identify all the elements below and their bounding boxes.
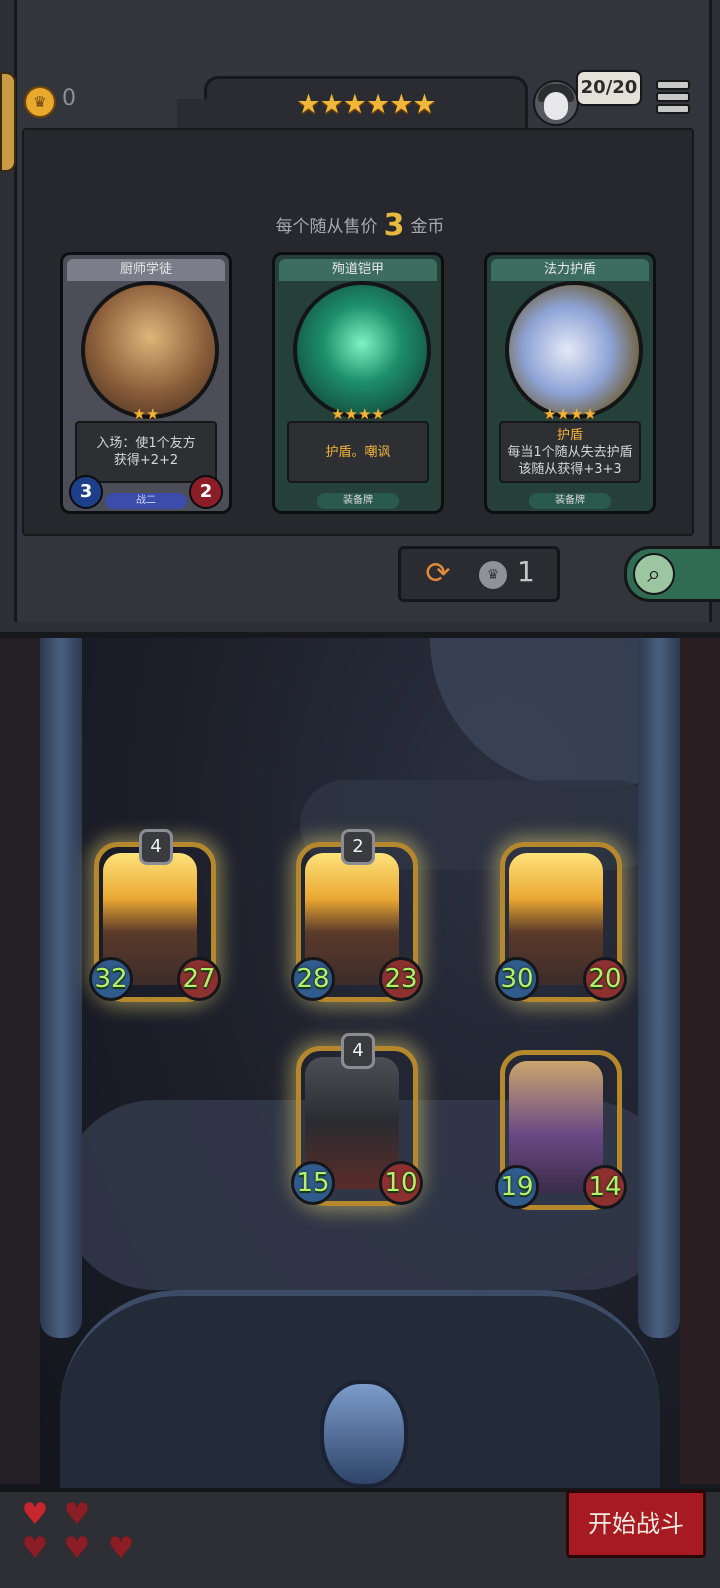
card-attack: 3 xyxy=(69,475,103,509)
heart-icon: ♥ xyxy=(63,1497,91,1532)
board-minion[interactable]: 19 14 xyxy=(495,1050,627,1210)
card-tag: 装备牌 xyxy=(529,493,611,509)
board-minion[interactable]: 2 28 23 xyxy=(291,829,423,1002)
altar-gem xyxy=(320,1380,408,1488)
board-minion[interactable]: 4 32 27 xyxy=(89,829,221,1002)
player-avatar[interactable] xyxy=(533,80,579,126)
sell-suffix: 金币 xyxy=(410,217,445,237)
card-title: 殉道铠甲 xyxy=(279,259,437,281)
shop-card[interactable]: 法力护盾 ★★★★ 护盾 每当1个随从失去护盾 该随从获得+3+3 装备牌 xyxy=(484,252,656,514)
card-title: 法力护盾 xyxy=(491,259,649,281)
sell-price: 3 xyxy=(383,208,405,243)
minion-health: 10 xyxy=(379,1161,423,1205)
desc-line: 该随从获得+3+3 xyxy=(518,461,622,477)
minion-level: 4 xyxy=(341,1033,375,1069)
card-tag: 战二 xyxy=(105,493,187,509)
refresh-button[interactable]: ⟳ ♛ 1 xyxy=(398,546,560,602)
minion-health: 20 xyxy=(583,957,627,1001)
card-description: 护盾。嘲讽 xyxy=(287,421,429,483)
minion-level: 4 xyxy=(139,829,173,865)
minion-attack: 19 xyxy=(495,1165,539,1209)
coin-icon: ♛ xyxy=(477,559,509,591)
gold-icon: ♛ xyxy=(24,86,56,118)
desc-line: 每当1个随从失去护盾 xyxy=(507,444,633,460)
minion-attack: 15 xyxy=(291,1161,335,1205)
left-wall xyxy=(0,638,40,1484)
heart-icon: ♥ xyxy=(21,1497,49,1532)
card-tag: 装备牌 xyxy=(317,493,399,509)
board-minion[interactable]: 4 15 10 xyxy=(291,1033,423,1206)
left-pillar xyxy=(40,638,82,1338)
minion-attack: 28 xyxy=(291,957,335,1001)
card-art-chef xyxy=(81,281,219,419)
tavern-tier-tab: ★★★★★★ xyxy=(177,76,528,133)
sell-price-info: 每个随从售价 3 金币 xyxy=(0,208,720,243)
minion-level: 2 xyxy=(341,829,375,865)
minion-health: 14 xyxy=(583,1165,627,1209)
search-icon: ⌕ xyxy=(633,553,675,595)
card-description: 入场：使1个友方 获得+2+2 xyxy=(75,421,217,483)
minion-health: 27 xyxy=(177,957,221,1001)
card-art-shield xyxy=(505,281,643,419)
card-title: 厨师学徒 xyxy=(67,259,225,281)
card-health: 2 xyxy=(189,475,223,509)
board-minion[interactable]: 30 20 xyxy=(495,842,627,1002)
right-pillar xyxy=(638,638,680,1338)
shop-card[interactable]: 殉道铠甲 ★★★★ 护盾。嘲讽 装备牌 xyxy=(272,252,444,514)
shop-card[interactable]: 厨师学徒 ★★ 入场：使1个友方 获得+2+2 战二 3 2 xyxy=(60,252,232,514)
refresh-cost: 1 xyxy=(517,555,535,588)
start-battle-button[interactable]: 开始战斗 xyxy=(566,1490,706,1558)
desc-line: 护盾 xyxy=(556,427,583,443)
tavern-tier-stars: ★★★★★★ xyxy=(296,89,436,120)
turns-counter: 20/20 xyxy=(576,70,642,106)
right-wall xyxy=(680,638,720,1484)
gold-count: 0 xyxy=(62,86,76,111)
heart-icon: ♥ xyxy=(63,1531,91,1566)
card-description: 护盾 每当1个随从失去护盾 该随从获得+3+3 xyxy=(499,421,641,483)
minion-attack: 30 xyxy=(495,957,539,1001)
sell-prefix: 每个随从售价 xyxy=(275,217,378,237)
minion-health: 23 xyxy=(379,957,423,1001)
minion-attack: 32 xyxy=(89,957,133,1001)
desc-line: 护盾。嘲讽 xyxy=(325,444,391,460)
refresh-icon: ⟳ xyxy=(425,556,451,591)
heart-icon: ♥ xyxy=(21,1531,49,1566)
menu-icon[interactable] xyxy=(656,80,690,114)
desc-line: 入场：使1个友方 xyxy=(96,436,196,451)
side-tab[interactable] xyxy=(0,72,16,172)
desc-line: 获得+2+2 xyxy=(113,453,179,468)
card-art-armor xyxy=(293,281,431,419)
heart-icon: ♥ xyxy=(107,1531,135,1566)
search-button[interactable]: ⌕ xyxy=(624,546,720,602)
